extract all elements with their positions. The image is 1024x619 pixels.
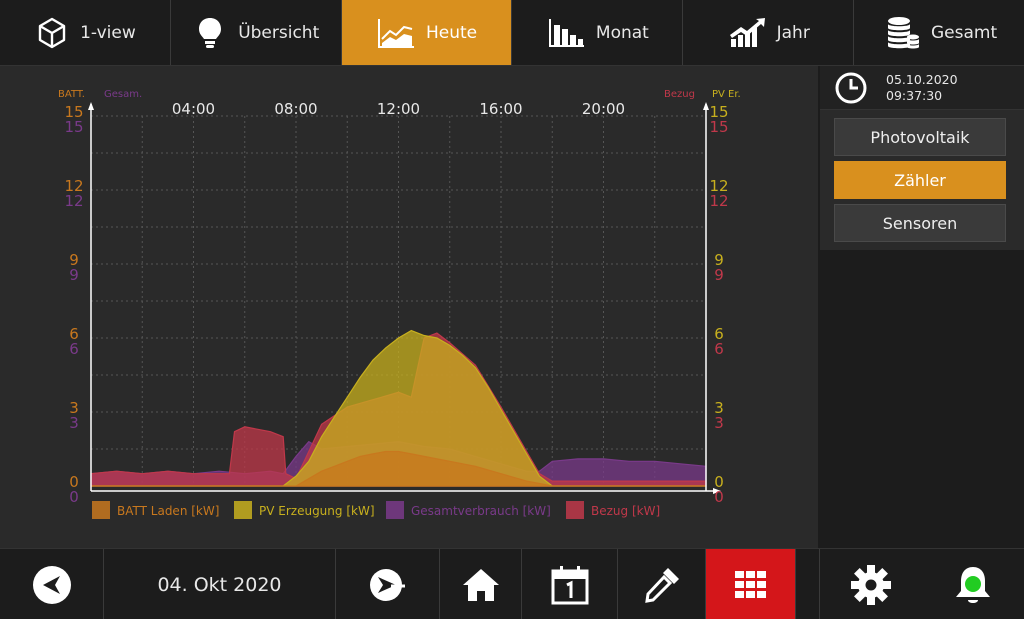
main-nav: 1-view Übersicht Heute Monat Jahr Gesamt — [0, 0, 1024, 66]
date-selector[interactable]: 04. Okt 2020 — [104, 549, 336, 619]
tab-jahr[interactable]: Jahr — [683, 0, 855, 65]
tab-1-view[interactable]: 1-view — [0, 0, 171, 65]
legend-label-3: Bezug [kW] — [591, 504, 660, 518]
y-tick-label-gesamt: 0 — [69, 488, 79, 506]
data-source-selector: Photovoltaik Zähler Sensoren — [820, 110, 1024, 250]
current-time: 09:37:30 — [886, 87, 943, 103]
y-tick-label-bezug: 3 — [714, 414, 724, 432]
sensoren-button[interactable]: Sensoren — [834, 204, 1006, 242]
axis-label-gesamt: Gesam. — [104, 89, 142, 100]
bar-chart-icon — [548, 18, 584, 47]
axis-label-batt: BATT. — [58, 89, 85, 100]
x-tick-label: 16:00 — [479, 100, 522, 118]
tab-label: Übersicht — [238, 22, 320, 43]
zaehler-button[interactable]: Zähler — [834, 161, 1006, 199]
date-label: 04. Okt 2020 — [157, 573, 282, 596]
y-tick-label-gesamt: 3 — [69, 414, 79, 432]
axis-label-pv: PV Er. — [712, 89, 741, 100]
forward-button[interactable] — [336, 549, 440, 619]
navigate-plus-icon — [369, 568, 405, 601]
x-tick-label: 20:00 — [582, 100, 625, 118]
y-tick-label-gesamt: 15 — [64, 118, 83, 136]
tab-label: Heute — [425, 22, 478, 43]
side-panel: 05.10.2020 09:37:30 Photovoltaik Zähler … — [820, 66, 1024, 548]
grid-icon — [734, 570, 766, 598]
alarm-button[interactable] — [922, 549, 1024, 619]
back-icon — [32, 565, 71, 604]
tab-heute[interactable]: Heute — [341, 0, 513, 65]
legend-label-1: PV Erzeugung [kW] — [259, 504, 375, 518]
tab-uebersicht[interactable]: Übersicht — [171, 0, 342, 65]
trend-chart-icon — [729, 17, 765, 47]
bottom-toolbar: 04. Okt 2020 — [0, 548, 1024, 619]
x-tick-label: 04:00 — [172, 100, 215, 118]
y-tick-label-gesamt: 6 — [69, 340, 79, 358]
y-tick-label-bezug: 12 — [709, 192, 728, 210]
current-date: 05.10.2020 — [886, 71, 958, 87]
bell-icon — [956, 566, 990, 603]
x-tick-label: 12:00 — [377, 100, 420, 118]
home-button[interactable] — [440, 549, 522, 619]
photovoltaik-button[interactable]: Photovoltaik — [834, 118, 1006, 156]
pipette-button[interactable] — [618, 549, 706, 619]
calendar-button[interactable] — [522, 549, 618, 619]
tab-label: Jahr — [776, 22, 810, 43]
coins-icon — [887, 16, 919, 48]
y-tick-label-bezug: 9 — [714, 266, 724, 284]
tab-monat[interactable]: Monat — [512, 0, 684, 65]
settings-icon — [851, 564, 891, 605]
legend-label-2: Gesamtverbrauch [kW] — [411, 504, 551, 518]
back-button[interactable] — [0, 549, 104, 619]
grid-view-button[interactable] — [706, 549, 796, 619]
cube-icon — [38, 17, 66, 48]
lightbulb-icon — [199, 17, 222, 48]
clock-icon — [835, 72, 867, 103]
tab-label: Monat — [595, 22, 649, 43]
axis-label-bezug: Bezug — [664, 89, 695, 100]
home-icon — [462, 568, 499, 601]
legend-swatch-0 — [92, 501, 110, 519]
legend-label-0: BATT Laden [kW] — [117, 504, 219, 518]
y-tick-label-gesamt: 9 — [69, 266, 79, 284]
calendar-icon — [551, 565, 588, 604]
area-chart-icon — [377, 18, 414, 48]
legend-swatch-2 — [386, 501, 404, 519]
chart-panel: BATT. Gesam. Bezug PV Er. 04:00 08:00 12:0… — [0, 66, 818, 548]
y-tick-label-bezug: 0 — [714, 488, 724, 506]
legend-swatch-3 — [566, 501, 584, 519]
pipette-icon — [644, 567, 679, 603]
tab-label: 1-view — [80, 22, 136, 43]
toolbar-spacer — [796, 549, 820, 619]
y-tick-label-bezug: 15 — [709, 118, 728, 136]
y-tick-label-bezug: 6 — [714, 340, 724, 358]
x-tick-label: 08:00 — [274, 100, 317, 118]
legend-swatch-1 — [234, 501, 252, 519]
tab-gesamt[interactable]: Gesamt — [854, 0, 1024, 65]
settings-button[interactable] — [820, 549, 922, 619]
y-tick-label-gesamt: 12 — [64, 192, 83, 210]
datetime-display: 05.10.2020 09:37:30 — [820, 66, 1024, 110]
energy-chart: BATT. Gesam. Bezug PV Er. 04:00 08:00 12:0… — [58, 89, 741, 519]
tab-label: Gesamt — [930, 22, 998, 43]
